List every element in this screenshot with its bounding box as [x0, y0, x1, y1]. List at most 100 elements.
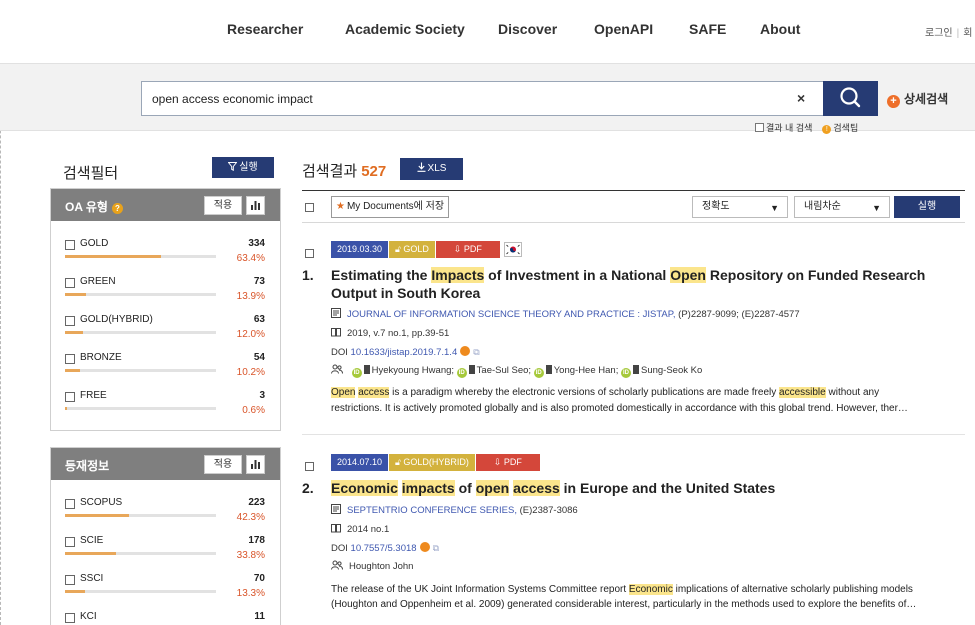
- execute-button[interactable]: 실행: [894, 196, 960, 218]
- index-info-title: 등재정보: [65, 459, 110, 473]
- external-link-icon[interactable]: ⧉: [433, 543, 439, 553]
- result-checkbox[interactable]: [305, 249, 314, 258]
- doi-link[interactable]: 10.1633/jistap.2019.7.1.4: [351, 347, 458, 358]
- oa-type-title: OA 유형: [65, 200, 108, 214]
- nav-researcher[interactable]: Researcher: [227, 21, 303, 37]
- external-link-icon[interactable]: ⧉: [473, 347, 479, 357]
- volume-line: 2014 no.1: [331, 523, 389, 535]
- filter-checkbox[interactable]: [65, 278, 75, 288]
- filter-percent: 10.2%: [236, 367, 265, 378]
- filter-label: SCIE: [80, 535, 104, 546]
- search-button[interactable]: [823, 81, 878, 116]
- nav-academic-society[interactable]: Academic Society: [345, 21, 465, 37]
- info-icon: !: [822, 125, 832, 134]
- abstract-line-2: restrictions. It is actively promoted gl…: [331, 403, 908, 414]
- pdf-button[interactable]: ⇩ PDF: [475, 454, 540, 471]
- journal-line: SEPTENTRIO CONFERENCE SERIES, (E)2387-30…: [331, 504, 578, 516]
- filter-checkbox[interactable]: [65, 354, 75, 364]
- advanced-search-link[interactable]: + 상세검색: [887, 90, 948, 108]
- filter-checkbox[interactable]: [65, 316, 75, 326]
- keyword-highlight: Economic: [628, 584, 673, 595]
- oa-badge[interactable]: 🔓︎ GOLD(HYBRID): [389, 454, 475, 471]
- doi-link[interactable]: 10.7557/5.3018: [351, 543, 417, 554]
- filter-checkbox[interactable]: [65, 537, 75, 547]
- journal-link[interactable]: JOURNAL OF INFORMATION SCIENCE THEORY AN…: [347, 309, 676, 320]
- author-name[interactable]: Sung-Seok Ko: [641, 365, 702, 376]
- filter-bar: [65, 369, 216, 372]
- bar-chart-icon: [251, 460, 260, 469]
- xls-label: XLS: [427, 163, 447, 174]
- nav-safe[interactable]: SAFE: [689, 21, 726, 37]
- within-results-label: 결과 내 검색: [766, 123, 813, 133]
- login-area: 로그인 | 회: [925, 24, 972, 39]
- author-name[interactable]: Houghton John: [349, 561, 413, 572]
- results-count: 527: [361, 163, 387, 180]
- filter-row[interactable]: SCOPUS 223 42.3%: [65, 496, 265, 534]
- save-to-mydocs-button[interactable]: ★ My Documents에 저장: [331, 196, 450, 218]
- result-checkbox[interactable]: [305, 462, 314, 471]
- filter-checkbox[interactable]: [65, 392, 75, 402]
- filter-row[interactable]: SCIE 178 33.8%: [65, 534, 265, 572]
- result-title[interactable]: Estimating the Impacts of Investment in …: [331, 266, 971, 302]
- index-chart-button[interactable]: [246, 455, 265, 474]
- clear-search-icon[interactable]: ×: [797, 90, 805, 106]
- issn-text: (P)2287-9099; (E)2287-4577: [678, 309, 800, 320]
- author-name[interactable]: Yong-Hee Han;: [554, 365, 619, 376]
- orcid-icon: ID: [533, 368, 544, 378]
- people-icon: [331, 364, 343, 374]
- index-apply-button[interactable]: 적용: [204, 455, 242, 474]
- date-badge: 2019.03.30: [331, 241, 389, 258]
- within-results-checkbox[interactable]: [755, 123, 764, 132]
- oa-apply-button[interactable]: 적용: [204, 196, 242, 215]
- results-heading: 검색결과 527: [302, 160, 386, 181]
- signup-link[interactable]: 회: [963, 28, 972, 39]
- filter-checkbox[interactable]: [65, 575, 75, 585]
- search-input[interactable]: [152, 82, 752, 115]
- nav-openapi[interactable]: OpenAPI: [594, 21, 653, 37]
- index-info-panel: 등재정보 적용 SCOPUS 223 42.3% SCIE 178 33.8% SSCI 70…: [50, 447, 281, 625]
- result-title[interactable]: Economic impacts of open access in Europ…: [331, 479, 971, 497]
- filter-checkbox[interactable]: [65, 613, 75, 623]
- filter-bar: [65, 331, 216, 334]
- login-link[interactable]: 로그인: [925, 28, 953, 39]
- filter-count: 70: [253, 573, 265, 584]
- author-name[interactable]: Tae-Sul Seo;: [477, 365, 531, 376]
- keyword-highlight: open: [475, 480, 510, 496]
- journal-link[interactable]: SEPTENTRIO CONFERENCE SERIES,: [347, 505, 517, 516]
- nav-discover[interactable]: Discover: [498, 21, 557, 37]
- filter-row[interactable]: GOLD 334 63.4%: [65, 237, 265, 275]
- filter-row[interactable]: GREEN 73 13.9%: [65, 275, 265, 313]
- filter-run-button[interactable]: 실행: [212, 157, 274, 178]
- book-icon: [331, 328, 341, 337]
- help-icon[interactable]: ?: [111, 203, 123, 214]
- filter-bar-fill: [65, 331, 84, 334]
- oa-chart-button[interactable]: [246, 196, 265, 215]
- xls-download-button[interactable]: XLS: [400, 158, 463, 180]
- author-name[interactable]: Hyekyoung Hwang;: [372, 365, 454, 376]
- oa-badge-label: GOLD(HYBRID): [403, 457, 469, 467]
- order-select[interactable]: 내림차순 ▼: [794, 196, 890, 218]
- filter-row[interactable]: BRONZE 54 10.2%: [65, 351, 265, 389]
- filter-checkbox[interactable]: [65, 240, 75, 250]
- pdf-button[interactable]: ⇩ PDF: [435, 241, 500, 258]
- plus-icon: +: [887, 95, 900, 108]
- filter-percent: 13.9%: [236, 291, 265, 302]
- sort-select[interactable]: 정확도 ▼: [692, 196, 788, 218]
- results-title: 검색결과: [302, 163, 358, 180]
- filter-checkbox[interactable]: [65, 499, 75, 509]
- select-all-checkbox[interactable]: [305, 203, 314, 212]
- text-segment: of Investment in a National: [484, 267, 671, 283]
- abstract-line-2: (Houghton and Oppenheim et al. 2009) gen…: [331, 599, 917, 610]
- nav-about[interactable]: About: [760, 21, 800, 37]
- filter-row[interactable]: SSCI 70 13.3%: [65, 572, 265, 610]
- search-tips-link[interactable]: 검색팁: [833, 123, 858, 133]
- keyword-highlight: Open: [331, 387, 356, 398]
- filter-row[interactable]: GOLD(HYBRID) 63 12.0%: [65, 313, 265, 351]
- authors-line: Houghton John: [331, 560, 413, 572]
- oa-badge[interactable]: 🔓︎ GOLD: [389, 241, 435, 258]
- filter-title: 검색필터: [63, 165, 119, 182]
- filter-percent: 33.8%: [236, 550, 265, 561]
- text-segment: Estimating the: [331, 267, 432, 283]
- filter-row[interactable]: FREE 3 0.6%: [65, 389, 265, 427]
- filter-row[interactable]: KCI 11: [65, 610, 265, 625]
